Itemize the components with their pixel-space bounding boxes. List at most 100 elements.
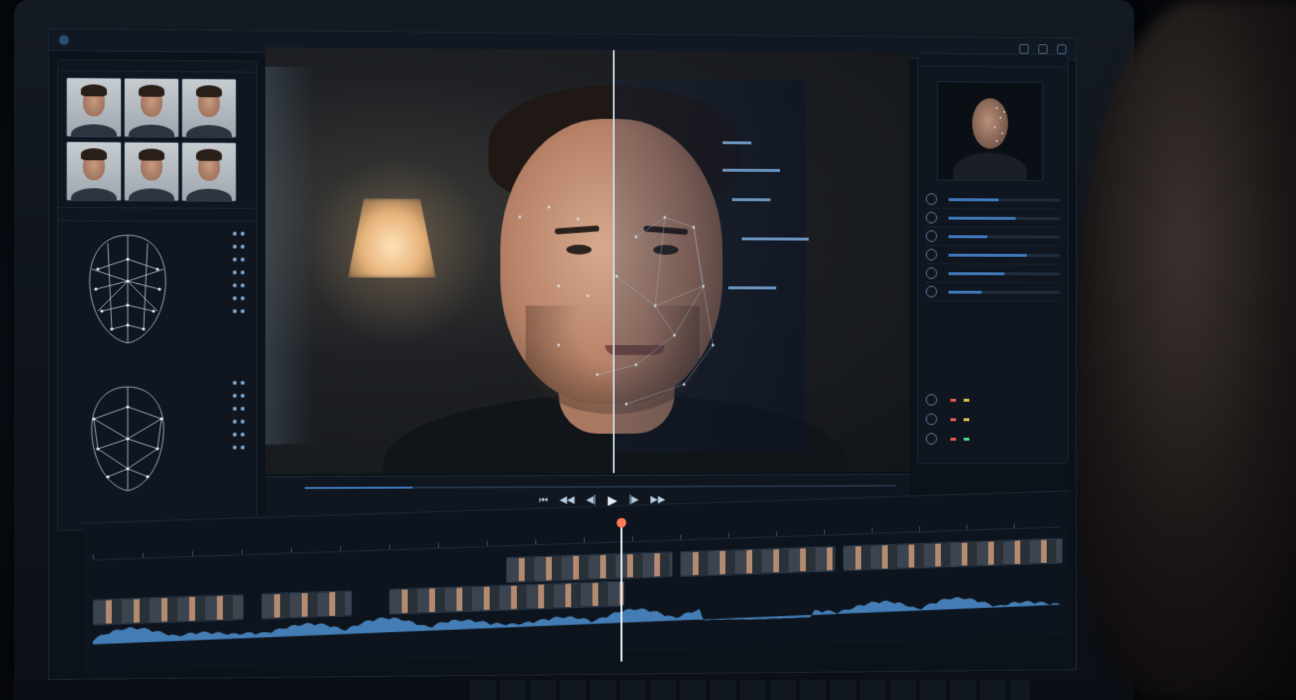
setting-row[interactable] [926,209,1060,228]
face-mesh-wireframe-icon [78,379,177,499]
analysis-section [926,390,1060,449]
laptop-keyboard [470,680,1030,700]
landmark-toggle[interactable] [241,245,245,249]
face-thumbnail[interactable] [66,77,122,137]
step-back-icon[interactable]: ◀| [586,496,596,506]
settings-list [926,190,1060,301]
landmark-toggle[interactable] [241,381,245,385]
scrub-bar[interactable] [305,485,897,489]
analysis-row[interactable] [926,429,1060,449]
editor-screen: ⏮ ◀◀ ◀| ▶ |▶ ▶▶ [48,28,1077,680]
app-logo-icon [59,35,69,45]
glitch-artifact [723,169,780,172]
landmark-toggle[interactable] [233,445,237,449]
source-faces-panel [57,59,257,531]
compare-split-handle[interactable] [613,50,615,473]
scrub-progress [305,487,413,489]
glitch-artifact [732,198,770,201]
setting-slider[interactable] [948,253,1059,256]
analysis-row[interactable] [926,390,1060,410]
video-preview[interactable] [265,47,909,474]
landmark-toggle[interactable] [233,270,237,274]
radio-icon[interactable] [926,249,937,261]
face-thumbnail[interactable] [124,78,180,138]
landmark-toggles [233,232,245,314]
face-mesh-view-front [58,221,256,371]
radio-icon[interactable] [926,193,937,205]
landmark-toggle[interactable] [241,407,245,411]
status-icon [926,413,937,425]
setting-slider[interactable] [948,216,1059,219]
landmark-toggle[interactable] [233,258,237,262]
glitch-artifact [723,141,752,144]
setting-row[interactable] [926,246,1060,265]
face-thumbnail-grid [58,71,256,208]
setting-slider[interactable] [948,272,1059,275]
analysis-row[interactable] [926,409,1060,429]
face-thumbnail[interactable] [124,141,180,201]
setting-row[interactable] [926,227,1060,246]
properties-panel [917,53,1068,464]
landmark-toggle[interactable] [233,283,237,287]
landmark-toggle[interactable] [241,258,245,262]
landmark-toggle[interactable] [241,445,245,449]
status-icon [926,433,937,445]
playhead-handle-icon[interactable] [617,518,627,528]
setting-slider[interactable] [948,290,1059,293]
landmark-toggle[interactable] [241,420,245,424]
status-tag [950,418,956,421]
status-tag [964,437,970,440]
landmark-toggle[interactable] [241,283,245,287]
properties-header [918,54,1067,68]
video-clip[interactable] [506,552,672,583]
face-thumbnail[interactable] [181,78,236,138]
landmark-toggle[interactable] [233,296,237,300]
glitch-artifact [728,286,776,289]
landmark-toggle[interactable] [241,433,245,437]
video-clip[interactable] [680,546,835,577]
setting-slider[interactable] [948,198,1059,201]
radio-icon[interactable] [926,212,937,224]
face-mesh-wireframe-icon [78,229,177,349]
landmark-toggle[interactable] [233,232,237,236]
landmark-toggle[interactable] [233,407,237,411]
landmark-toggle[interactable] [241,394,245,398]
setting-row[interactable] [926,264,1060,283]
landmark-toggle[interactable] [233,433,237,437]
close-icon[interactable] [1057,44,1066,54]
setting-slider[interactable] [948,235,1059,238]
face-thumbnail[interactable] [66,141,122,201]
landmark-toggle[interactable] [241,309,245,313]
setting-row[interactable] [926,190,1060,209]
radio-icon[interactable] [926,267,937,279]
video-clip[interactable] [261,590,351,619]
landmark-toggle[interactable] [233,309,237,313]
status-tag [964,418,970,421]
status-tag [950,398,956,401]
radio-icon[interactable] [926,230,937,242]
landmark-toggle[interactable] [241,232,245,236]
minimize-icon[interactable] [1019,44,1028,54]
landmark-toggle[interactable] [241,270,245,274]
setting-row[interactable] [926,283,1060,302]
landmark-toggle[interactable] [233,420,237,424]
skip-start-icon[interactable]: ⏮ [539,496,548,506]
radio-icon[interactable] [926,286,937,298]
observer-silhouette [1080,0,1296,700]
target-face-preview[interactable] [937,81,1043,181]
rewind-icon[interactable]: ◀◀ [560,496,575,506]
landmark-toggle[interactable] [233,245,237,249]
landmark-toggle[interactable] [241,296,245,300]
landmark-toggle[interactable] [233,394,237,398]
play-icon[interactable]: ▶ [608,496,618,506]
landmark-toggle[interactable] [233,381,237,385]
maximize-icon[interactable] [1038,44,1047,54]
playhead[interactable] [620,524,622,662]
status-icon [926,394,937,406]
face-landmark-overlay-icon [265,47,909,474]
face-thumbnail[interactable] [181,142,236,202]
target-mesh-overlay-icon [938,82,1042,180]
glitch-artifact [742,237,809,240]
video-clip[interactable] [93,594,244,625]
face-mesh-view-side [58,371,256,521]
